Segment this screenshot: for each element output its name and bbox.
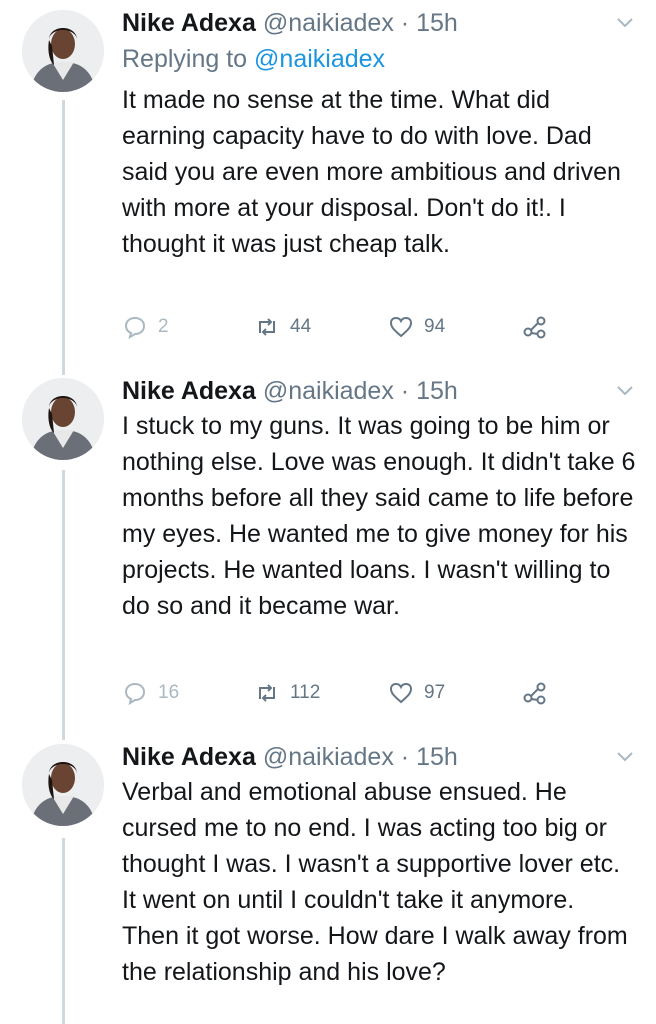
display-name[interactable]: Nike Adexa [122,377,256,405]
avatar[interactable] [22,10,104,92]
timestamp[interactable]: 15h [416,743,458,771]
user-handle[interactable]: @naikiadex [263,377,394,405]
tweet-actions: 2 44 94 [122,312,562,342]
avatar[interactable] [22,378,104,460]
replying-to: Replying to @naikiadex [122,42,385,76]
chevron-down-icon[interactable] [614,12,636,34]
like-count: 94 [424,316,446,337]
chevron-down-icon[interactable] [614,380,636,402]
retweet-icon [259,684,275,702]
tweet-header: Nike Adexa @naikiadex · 15h [122,6,458,40]
user-handle[interactable]: @naikiadex [263,743,394,771]
reply-icon [124,682,146,706]
heart-icon [389,316,413,338]
reply-count: 2 [158,316,169,337]
tweet-header: Nike Adexa @naikiadex · 15h [122,740,458,774]
separator-dot: · [400,743,410,771]
like-count: 97 [424,682,446,703]
tweet-text: Verbal and emotional abuse ensued. He cu… [122,778,628,986]
tweet-actions: 16 112 97 [122,678,562,708]
separator-dot: · [400,9,410,37]
reply-button[interactable]: 16 [122,678,179,708]
reply-icon [124,316,146,340]
retweet-count: 44 [290,316,312,337]
separator-dot: · [400,377,410,405]
chevron-down-icon[interactable] [614,746,636,768]
tweet[interactable]: Nike Adexa @naikiadex · 15h Verbal and e… [0,740,656,1024]
replying-to-handle[interactable]: @naikiadex [254,45,385,73]
display-name[interactable]: Nike Adexa [122,743,256,771]
timestamp[interactable]: 15h [416,9,458,37]
share-icon [523,316,546,339]
like-button[interactable]: 94 [388,312,445,342]
reply-button[interactable]: 2 [122,312,169,342]
tweet[interactable]: Nike Adexa @naikiadex · 15h I stuck to m… [0,374,656,724]
retweet-icon [259,318,275,336]
timestamp[interactable]: 15h [416,377,458,405]
user-handle[interactable]: @naikiadex [263,9,394,37]
tweet-text: It made no sense at the time. What did e… [122,86,621,258]
retweet-count: 112 [290,682,321,703]
like-button[interactable]: 97 [388,678,445,708]
display-name[interactable]: Nike Adexa [122,9,256,37]
tweet-header: Nike Adexa @naikiadex · 15h [122,374,458,408]
share-button[interactable] [522,678,558,708]
heart-icon [389,682,413,704]
tweet[interactable]: Nike Adexa @naikiadex · 15h Replying to … [0,6,656,356]
retweet-button[interactable]: 112 [254,678,320,708]
reply-count: 16 [158,682,180,703]
share-icon [523,682,546,705]
replying-to-label: Replying to [122,45,248,73]
avatar[interactable] [22,744,104,826]
tweet-text: I stuck to my guns. It was going to be h… [122,412,636,620]
retweet-button[interactable]: 44 [254,312,311,342]
share-button[interactable] [522,312,558,342]
